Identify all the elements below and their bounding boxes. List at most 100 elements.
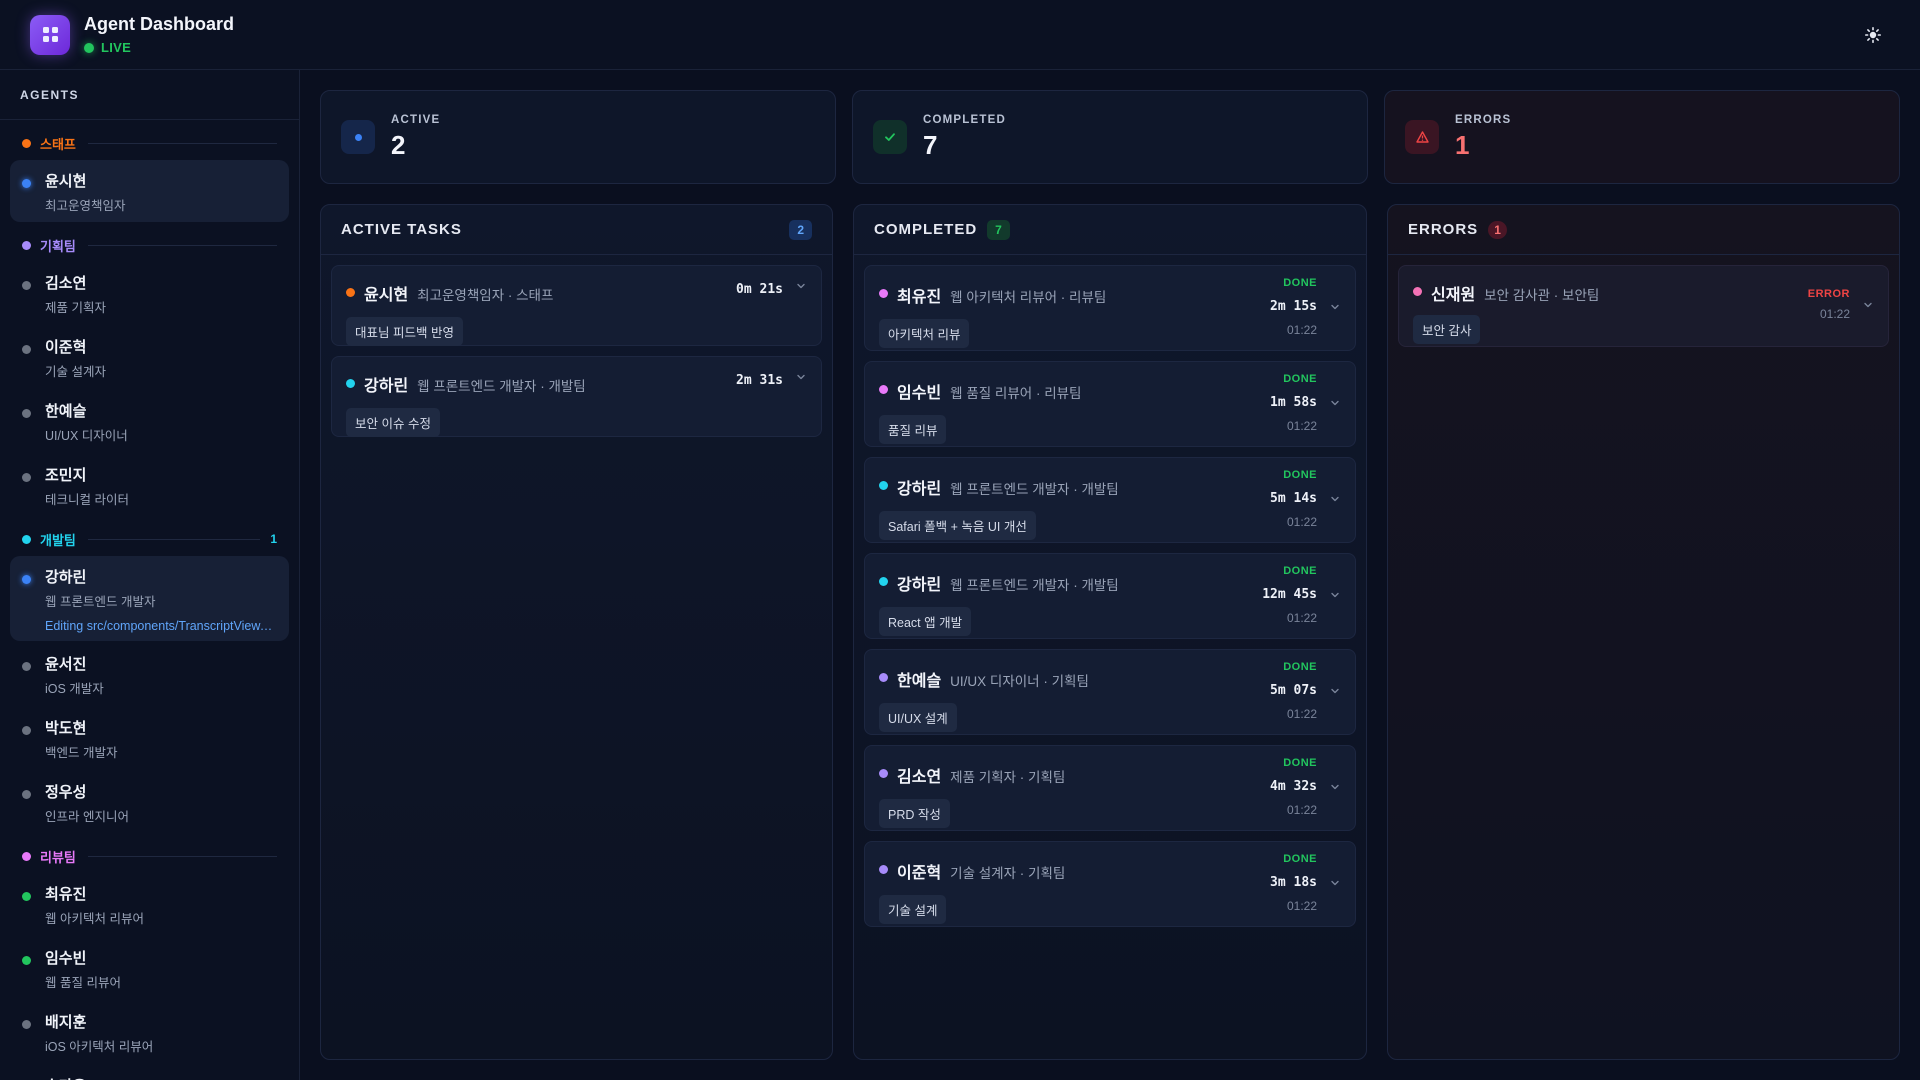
sidebar-agent-item[interactable]: 박도현백엔드 개발자 xyxy=(10,707,289,769)
completed-task-card[interactable]: 최유진 웹 아키텍처 리뷰어 · 리뷰팀 아키텍처 리뷰 DONE 2m 15s 01:2… xyxy=(864,265,1356,351)
agent-role: 인프라 엔지니어 xyxy=(45,810,129,824)
live-indicator: LIVE xyxy=(84,40,234,55)
theme-toggle-button[interactable] xyxy=(1860,22,1886,48)
completed-task-card[interactable]: 김소연 제품 기획자 · 기획팀 PRD 작성 DONE 4m 32s 01:22 xyxy=(864,745,1356,831)
completed-task-card[interactable]: 강하린 웹 프론트엔드 개발자 · 개발팀 React 앱 개발 DONE 12m 45… xyxy=(864,553,1356,639)
sidebar-agent-item[interactable]: 윤서진 iOS 개발자 xyxy=(10,643,289,705)
chevron-down-icon[interactable] xyxy=(1862,299,1874,311)
chevron-down-icon[interactable] xyxy=(1329,397,1341,409)
agent-name: 윤시현 xyxy=(364,287,409,304)
group-name: 리뷰팀 xyxy=(40,849,76,865)
stat-value-active: 2 xyxy=(391,129,406,160)
agent-name: 송다은 xyxy=(45,1075,289,1080)
elapsed-time: 2m 31s xyxy=(736,373,783,388)
sidebar-agent-item[interactable]: 임수빈 웹 품질 리뷰어 xyxy=(10,937,289,999)
stat-label-errors: ERRORS xyxy=(1455,113,1512,126)
app-header: Agent Dashboard LIVE xyxy=(0,0,1920,70)
chevron-down-icon[interactable] xyxy=(1329,493,1341,505)
agent-name: 조민지 xyxy=(45,467,87,484)
completed-task-card[interactable]: 임수빈 웹 품질 리뷰어 · 리뷰팀 품질 리뷰 DONE 1m 58s 01:22 xyxy=(864,361,1356,447)
sidebar-agent-item[interactable]: 한예슬 UI/UX 디자이너 xyxy=(10,390,289,452)
agent-name: 한예슬 xyxy=(897,673,942,690)
sidebar-agent-item[interactable]: 강하린 웹 프론트엔드 개발자 Editing src/components/Tra… xyxy=(10,556,289,641)
card-header: 신재원 보안 감사관 · 보안팀 xyxy=(1413,281,1876,305)
warning-icon xyxy=(1405,120,1439,154)
sidebar-agent-item[interactable]: 김소연제품 기획자 xyxy=(10,262,289,324)
agent-name: 박도현 xyxy=(45,720,87,737)
active-tasks-title: ACTIVE TASKS xyxy=(341,221,462,238)
agent-status-dot xyxy=(22,473,31,482)
timestamp: 01:22 xyxy=(1286,323,1317,337)
sidebar-agent-item[interactable]: 배지훈 iOS 아키텍처 리뷰어 xyxy=(10,1001,289,1063)
timestamp: 01:22 xyxy=(1286,899,1317,913)
sidebar-agent-item[interactable]: 최유진 웹 아키텍처 리뷰어 xyxy=(10,873,289,935)
completed-task-card[interactable]: 이준혁 기술 설계자 · 기획팀 기술 설계 DONE 3m 18s 01:22 xyxy=(864,841,1356,927)
agent-status-dot xyxy=(346,379,355,388)
agent-role: 보안 감사관 · 보안팀 xyxy=(1484,288,1600,303)
group-name: 개발팀 xyxy=(40,532,76,548)
agent-role: 웹 품질 리뷰어 xyxy=(45,976,121,990)
stat-label-active: ACTIVE xyxy=(391,113,441,126)
sidebar-agent-item[interactable]: 윤시현 최고운영책임자 xyxy=(10,160,289,222)
sidebar-agent-item[interactable]: 정우성 인프라 엔지니어 xyxy=(10,771,289,833)
status-badge: DONE xyxy=(1283,757,1317,769)
task-label: 품질 리뷰 xyxy=(879,415,947,444)
status-badge: DONE xyxy=(1283,853,1317,865)
elapsed-time: 5m 07s xyxy=(1270,683,1317,698)
agent-role: 웹 아키텍처 리뷰어 · 리뷰팀 xyxy=(950,290,1107,305)
agent-status-dot xyxy=(22,956,31,965)
agent-role: 최고운영책임자 · 스태프 xyxy=(417,288,554,303)
agent-status-dot xyxy=(879,577,888,586)
completed-task-card[interactable]: 한예슬 UI/UX 디자이너 · 기획팀 UI/UX 설계 DONE 5m 07s 01:… xyxy=(864,649,1356,735)
chevron-down-icon[interactable] xyxy=(1329,301,1341,313)
agent-name: 김소연 xyxy=(45,275,87,292)
elapsed-time: 1m 58s xyxy=(1270,395,1317,410)
agent-group-header: 개발팀 1 xyxy=(0,524,299,554)
agent-role: 웹 프론트엔드 개발자 xyxy=(45,595,156,609)
chevron-down-icon[interactable] xyxy=(795,371,807,383)
sidebar-title: AGENTS xyxy=(0,70,299,120)
agent-role: iOS 개발자 xyxy=(45,682,104,696)
group-count: 1 xyxy=(270,532,277,546)
chevron-down-icon[interactable] xyxy=(1329,877,1341,889)
app-logo-icon xyxy=(30,14,70,55)
chevron-down-icon[interactable] xyxy=(1329,781,1341,793)
sun-icon xyxy=(1865,27,1881,43)
elapsed-time: 12m 45s xyxy=(1262,587,1317,602)
sidebar-agent-item[interactable]: 조민지 테크니컬 라이터 xyxy=(10,454,289,516)
agent-status-dot xyxy=(22,662,31,671)
agent-role: 백엔드 개발자 xyxy=(45,746,118,760)
agent-status-dot xyxy=(22,726,31,735)
active-task-card[interactable]: 윤시현 최고운영책임자 · 스태프 대표님 피드백 반영 0m 21s xyxy=(331,265,822,346)
task-label: Safari 폴백 + 녹음 UI 개선 xyxy=(879,511,1036,540)
group-dot-icon xyxy=(22,534,31,544)
sidebar-agent-item[interactable]: 송다은iOS 품질 리뷰어 xyxy=(10,1065,289,1080)
chevron-down-icon[interactable] xyxy=(795,280,807,292)
completed-title: COMPLETED xyxy=(874,221,978,238)
agent-status-dot xyxy=(879,673,888,682)
status-badge: ERROR xyxy=(1807,288,1850,300)
group-divider xyxy=(87,142,277,144)
agent-group-header: 기획팀 xyxy=(0,230,299,260)
errors-column: ERRORS 1 신재원 보안 감사관 · 보안팀 보안 감사 ERROR 01:22 xyxy=(1387,204,1900,1060)
errors-count: 1 xyxy=(1488,220,1507,239)
group-dot-icon xyxy=(22,851,31,861)
chevron-down-icon[interactable] xyxy=(1329,685,1341,697)
active-task-card[interactable]: 강하린 웹 프론트엔드 개발자 · 개발팀 보안 이슈 수정 2m 31s xyxy=(331,356,822,437)
sidebar-agent-item[interactable]: 이준혁 기술 설계자 xyxy=(10,326,289,388)
agent-name: 김소연 xyxy=(897,769,942,786)
completed-task-card[interactable]: 강하린 웹 프론트엔드 개발자 · 개발팀 Safari 폴백 + 녹음 UI 개선… xyxy=(864,457,1356,543)
app-title: Agent Dashboard xyxy=(84,14,235,34)
agent-role: 제품 기획자 xyxy=(45,301,106,315)
agent-name: 배지훈 xyxy=(45,1014,87,1031)
error-task-card[interactable]: 신재원 보안 감사관 · 보안팀 보안 감사 ERROR 01:22 xyxy=(1398,265,1889,347)
agent-status-dot xyxy=(22,892,31,901)
agent-name: 한예슬 xyxy=(45,403,87,420)
stat-card-completed: COMPLETED 7 xyxy=(852,90,1368,184)
agent-role: 웹 프론트엔드 개발자 · 개발팀 xyxy=(417,379,586,394)
status-badge: DONE xyxy=(1283,373,1317,385)
chevron-down-icon[interactable] xyxy=(1329,589,1341,601)
elapsed-time: 2m 15s xyxy=(1270,299,1317,314)
status-badge: DONE xyxy=(1283,277,1317,289)
agent-name: 최유진 xyxy=(897,289,942,306)
